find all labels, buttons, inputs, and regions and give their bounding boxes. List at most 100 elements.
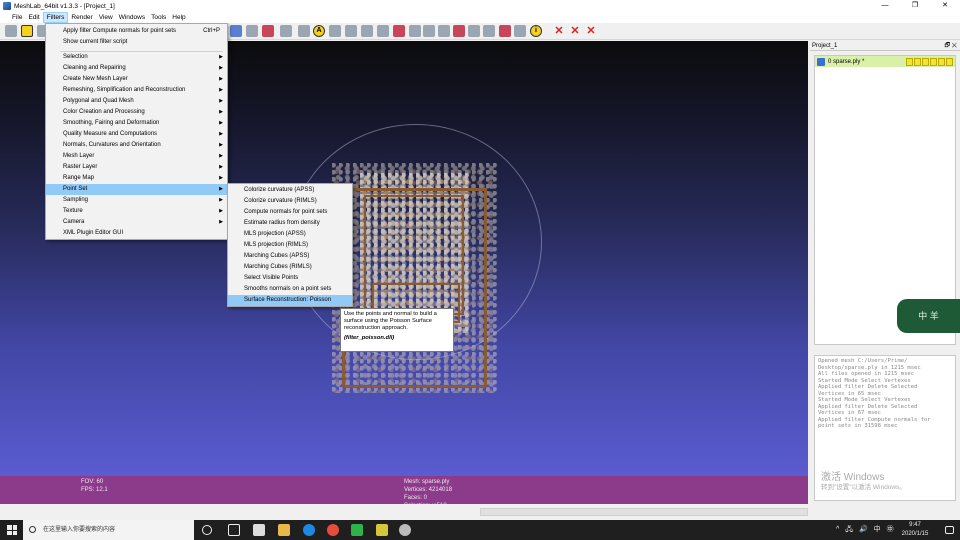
menu-filters[interactable]: Filters [42, 12, 69, 23]
menu-item-cleaning[interactable]: Cleaning and Repairing ▶ [46, 63, 227, 74]
layer-tag-icon[interactable] [906, 57, 913, 66]
mesh-name-readout: Mesh: sparse.ply [404, 479, 450, 485]
notification-icon[interactable] [945, 526, 954, 534]
menu-help[interactable]: Help [169, 12, 188, 23]
color-icon[interactable] [280, 25, 292, 37]
menu-item-normals[interactable]: Normals, Curvatures and Orientation ▶ [46, 140, 227, 151]
apply-last-filter-item[interactable]: Apply filter Compute normals for point s… [46, 26, 227, 37]
delete-selection-icon[interactable]: ✕ [585, 25, 597, 37]
minimize-button[interactable]: — [870, 0, 900, 12]
windows-start-icon[interactable] [7, 525, 17, 535]
submenu-item-estimate-radius[interactable]: Estimate radius from density [228, 218, 352, 229]
submenu-item-smooth-normals[interactable]: Smooths normals on a point sets [228, 284, 352, 295]
menu-item-camera[interactable]: Camera ▶ [46, 217, 227, 228]
menu-item-create-layer[interactable]: Create New Mesh Layer ▶ [46, 74, 227, 85]
delete-vertices-icon[interactable]: ✕ [553, 25, 565, 37]
select-quality-icon[interactable] [453, 25, 465, 37]
layer-tag-icon[interactable] [930, 57, 937, 66]
show-filter-script-item[interactable]: Show current filter script [46, 37, 227, 48]
select-vertices-icon[interactable] [409, 25, 421, 37]
menu-item-texture[interactable]: Texture ▶ [46, 206, 227, 217]
pick-points-icon[interactable] [361, 25, 373, 37]
menu-item-smoothing[interactable]: Smoothing, Fairing and Deformation ▶ [46, 118, 227, 129]
layer-name: 0 sparse.ply * [828, 58, 865, 65]
fill-hole-icon[interactable] [483, 25, 495, 37]
delete-faces-icon[interactable]: ✕ [569, 25, 581, 37]
menu-view[interactable]: View [96, 12, 116, 23]
submenu-item-mls-apss[interactable]: MLS projection (APSS) [228, 229, 352, 240]
restore-button[interactable]: ❐ [900, 0, 930, 12]
file-explorer-icon[interactable] [278, 524, 290, 536]
manipulator-icon[interactable] [499, 25, 511, 37]
info-icon[interactable]: i [530, 25, 542, 37]
measure-icon[interactable] [329, 25, 341, 37]
menu-item-range-map[interactable]: Range Map ▶ [46, 173, 227, 184]
system-tray[interactable]: ^ 🖧 🔊 中 ㊥ [836, 525, 896, 535]
select-faces-icon[interactable] [423, 25, 435, 37]
chrome-icon[interactable] [327, 524, 339, 536]
layer-row[interactable]: 0 sparse.ply * [815, 56, 955, 67]
menu-item-raster-layer[interactable]: Raster Layer ▶ [46, 162, 227, 173]
paint-icon[interactable] [377, 25, 389, 37]
close-button[interactable]: ✕ [930, 0, 960, 12]
show-layers-icon[interactable] [298, 25, 310, 37]
menu-item-label: Mesh Layer [63, 153, 95, 159]
taskbar-search-box[interactable]: 在这里输入你要搜索的内容 [23, 520, 194, 540]
align-icon[interactable] [345, 25, 357, 37]
menu-item-selection[interactable]: Selection ▶ [46, 52, 227, 63]
visibility-eye-icon[interactable] [817, 57, 825, 66]
light-icon[interactable] [246, 25, 258, 37]
menu-item-label: Create New Mesh Layer [63, 76, 128, 82]
submenu-item-marching-rimls[interactable]: Marching Cubes (RIMLS) [228, 262, 352, 273]
new-project-icon[interactable] [5, 25, 17, 37]
render-mode-icon[interactable] [230, 25, 242, 37]
menu-item-label: Polygonal and Quad Mesh [63, 98, 134, 104]
menu-item-xml-plugin-editor[interactable]: XML Plugin Editor GUI [46, 228, 227, 239]
horizontal-scrollbar[interactable] [0, 504, 960, 520]
menu-edit[interactable]: Edit [25, 12, 42, 23]
layer-tag-icon[interactable] [914, 57, 921, 66]
layer-tag-icon[interactable] [938, 57, 945, 66]
task-view-icon[interactable] [228, 524, 240, 536]
layer-tag-icon[interactable] [946, 57, 953, 66]
cortana-icon[interactable] [202, 525, 212, 535]
edge-browser-icon[interactable] [303, 524, 315, 536]
layer-tag-icon[interactable] [922, 57, 929, 66]
store-icon[interactable] [253, 524, 265, 536]
submenu-item-marching-apss[interactable]: Marching Cubes (APSS) [228, 251, 352, 262]
tooltip-text: Use the points and normal to build a sur… [344, 311, 437, 331]
submenu-item-colorize-rimls[interactable]: Colorize curvature (RIMLS) [228, 196, 352, 207]
menu-item-polygonal[interactable]: Polygonal and Quad Mesh ▶ [46, 96, 227, 107]
menu-tools[interactable]: Tools [148, 12, 169, 23]
notes-app-icon[interactable] [376, 524, 388, 536]
submenu-item-poisson[interactable]: Surface Reconstruction: Poisson [228, 295, 352, 306]
submenu-item-select-visible[interactable]: Select Visible Points [228, 273, 352, 284]
submenu-item-mls-rimls[interactable]: MLS projection (RIMLS) [228, 240, 352, 251]
filters-dropdown: Apply filter Compute normals for point s… [45, 23, 228, 240]
panel-controls[interactable]: 🗗 ✕ [945, 41, 958, 51]
raster-icon[interactable] [468, 25, 480, 37]
open-project-icon[interactable] [21, 25, 33, 37]
menu-item-remeshing[interactable]: Remeshing, Simplification and Reconstruc… [46, 85, 227, 96]
menu-windows[interactable]: Windows [116, 12, 148, 23]
menu-item-sampling[interactable]: Sampling ▶ [46, 195, 227, 206]
select-connected-icon[interactable] [438, 25, 450, 37]
menu-item-mesh-layer[interactable]: Mesh Layer ▶ [46, 151, 227, 162]
menu-render[interactable]: Render [68, 12, 95, 23]
scrollbar-thumb[interactable] [480, 508, 808, 516]
segment-icon[interactable] [514, 25, 526, 37]
sketch-icon[interactable] [393, 25, 405, 37]
annotation-icon[interactable]: A [313, 25, 325, 37]
vertices-readout: Vertices: 4214018 [404, 487, 453, 493]
menu-file[interactable]: File [9, 12, 25, 23]
texture-icon[interactable] [262, 25, 274, 37]
wechat-icon[interactable] [351, 524, 363, 536]
menu-item-color[interactable]: Color Creation and Processing ▶ [46, 107, 227, 118]
meshlab-taskbar-icon[interactable] [399, 524, 411, 536]
clock[interactable]: 9:47 2020/1/15 [890, 521, 940, 539]
menu-item-label: Remeshing, Simplification and Reconstruc… [63, 87, 186, 93]
menu-item-point-set[interactable]: Point Set ▶ [46, 184, 227, 195]
menu-item-quality[interactable]: Quality Measure and Computations ▶ [46, 129, 227, 140]
submenu-item-compute-normals[interactable]: Compute normals for point sets [228, 207, 352, 218]
submenu-item-colorize-apss[interactable]: Colorize curvature (APSS) [228, 185, 352, 196]
